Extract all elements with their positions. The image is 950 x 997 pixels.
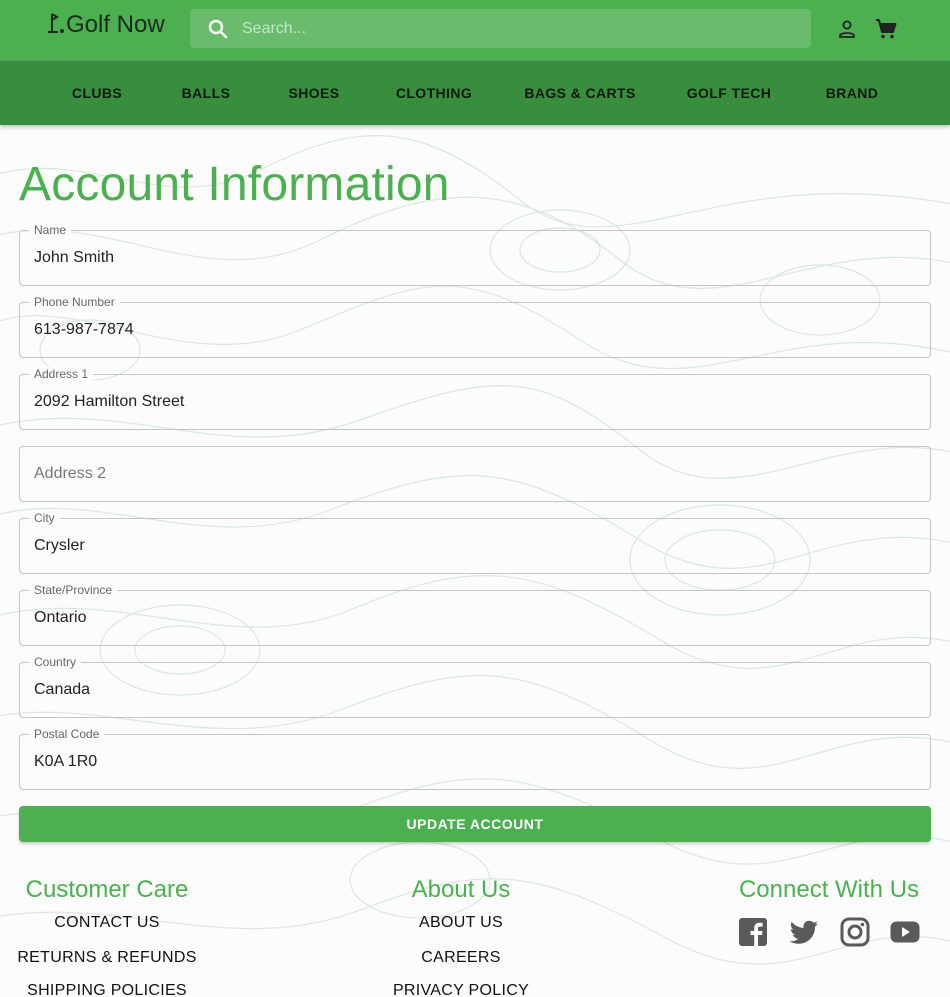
connect-heading: Connect With Us	[738, 876, 920, 903]
nav-item-clothing[interactable]: CLOTHING	[396, 85, 472, 101]
careers-link[interactable]: CAREERS	[421, 949, 500, 967]
brand-logo[interactable]: Golf Now	[46, 11, 165, 39]
nav-item-shoes[interactable]: SHOES	[288, 85, 339, 101]
city-label: City	[29, 511, 60, 525]
about-us-link[interactable]: ABOUT US	[419, 914, 503, 932]
address2-placeholder[interactable]: Address 2	[34, 465, 106, 483]
nav-item-brand[interactable]: BRAND	[826, 85, 879, 101]
phone-field[interactable]: Phone Number 613-987-7874	[19, 295, 931, 358]
facebook-icon[interactable]	[738, 917, 768, 947]
name-value[interactable]: John Smith	[34, 249, 114, 267]
address1-value[interactable]: 2092 Hamilton Street	[34, 393, 184, 411]
city-field[interactable]: City Crysler	[19, 511, 931, 574]
nav-item-balls[interactable]: BALLS	[182, 85, 231, 101]
address1-field[interactable]: Address 1 2092 Hamilton Street	[19, 367, 931, 430]
contact-us-link[interactable]: CONTACT US	[54, 914, 160, 932]
search-bar[interactable]	[190, 9, 811, 48]
search-input[interactable]	[230, 19, 811, 38]
customer-care-heading: Customer Care	[25, 876, 189, 903]
page-title: Account Information	[19, 158, 450, 211]
state-label: State/Province	[29, 583, 118, 597]
name-field[interactable]: Name John Smith	[19, 223, 931, 286]
shipping-policies-link[interactable]: SHIPPING POLICIES	[27, 982, 187, 997]
nav-item-bags-carts[interactable]: BAGS & CARTS	[524, 85, 635, 101]
top-header: Golf Now	[0, 0, 950, 61]
postal-code-label: Postal Code	[29, 727, 105, 741]
state-value[interactable]: Ontario	[34, 609, 86, 627]
search-icon	[208, 19, 228, 38]
postal-code-value[interactable]: K0A 1R0	[34, 753, 97, 771]
phone-value[interactable]: 613-987-7874	[34, 321, 134, 339]
cart-icon[interactable]	[874, 17, 898, 41]
youtube-icon[interactable]	[890, 917, 920, 947]
address2-field[interactable]: Address 2	[19, 446, 931, 502]
brand-name: Golf Now	[66, 11, 165, 38]
about-us-heading: About Us	[411, 876, 511, 903]
returns-refunds-link[interactable]: RETURNS & REFUNDS	[17, 949, 196, 967]
country-value[interactable]: Canada	[34, 681, 90, 699]
city-value[interactable]: Crysler	[34, 537, 85, 555]
address1-label: Address 1	[29, 367, 94, 381]
phone-label: Phone Number	[29, 295, 120, 309]
instagram-icon[interactable]	[840, 917, 870, 947]
twitter-icon[interactable]	[789, 917, 819, 947]
postal-code-field[interactable]: Postal Code K0A 1R0	[19, 727, 931, 790]
privacy-policy-link[interactable]: PRIVACY POLICY	[393, 982, 529, 997]
state-field[interactable]: State/Province Ontario	[19, 583, 931, 646]
nav-item-clubs[interactable]: CLUBS	[72, 85, 122, 101]
category-nav: CLUBS BALLS SHOES CLOTHING BAGS & CARTS …	[0, 61, 950, 125]
name-label: Name	[29, 223, 72, 237]
account-icon[interactable]	[835, 17, 859, 41]
country-field[interactable]: Country Canada	[19, 655, 931, 718]
country-label: Country	[29, 655, 82, 669]
nav-item-golf-tech[interactable]: GOLF TECH	[687, 85, 771, 101]
update-account-button[interactable]: UPDATE ACCOUNT	[19, 806, 931, 842]
golf-flag-icon	[48, 13, 64, 33]
